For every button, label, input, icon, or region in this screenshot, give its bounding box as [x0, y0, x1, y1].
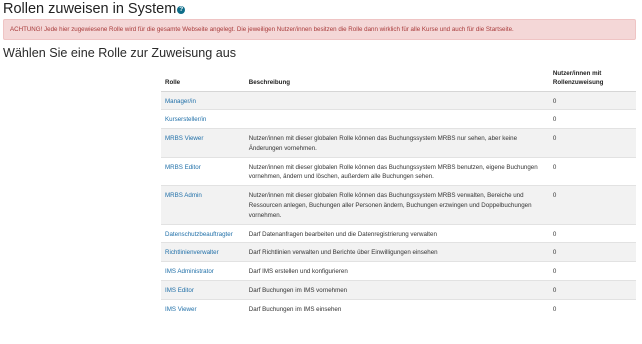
page-title: Rollen zuweisen in System? — [3, 1, 186, 17]
role-count: 0 — [548, 261, 636, 281]
table-row: Manager/in 0 — [161, 90, 636, 110]
table-row: MRBS Viewer Nutzer/innen mit dieser glob… — [161, 128, 636, 158]
role-link-ims-editor[interactable]: IMS Editor — [165, 287, 194, 294]
table-row: IMS Editor Darf Buchungen im IMS vornehm… — [161, 280, 636, 300]
role-description: Darf Datenanfragen bearbeiten und die Da… — [244, 223, 549, 243]
role-count: 0 — [548, 223, 636, 243]
header-description: Beschreibung — [244, 64, 549, 92]
role-link-mrbs-admin[interactable]: MRBS Admin — [165, 192, 202, 199]
role-description: Nutzer/innen mit dieser globalen Rolle k… — [244, 185, 549, 225]
table-row: IMS Administrator Darf IMS erstellen und… — [161, 261, 636, 281]
table-row: MRBS Editor Nutzer/innen mit dieser glob… — [161, 156, 636, 186]
role-description — [244, 109, 549, 129]
table-row: Richtlinienverwalter Darf Richtlinien ve… — [161, 242, 636, 262]
role-count: 0 — [548, 242, 636, 262]
role-link-richtlinienverwalter[interactable]: Richtlinienverwalter — [165, 249, 219, 256]
roles-table: Rolle Beschreibung Nutzer/innen mit Roll… — [161, 64, 636, 318]
role-link-mrbs-viewer[interactable]: MRBS Viewer — [165, 135, 203, 142]
table-header-row: Rolle Beschreibung Nutzer/innen mit Roll… — [161, 64, 636, 92]
table-row: MRBS Admin Nutzer/innen mit dieser globa… — [161, 185, 636, 225]
role-link-mrbs-editor[interactable]: MRBS Editor — [165, 164, 201, 171]
role-count: 0 — [548, 90, 636, 110]
role-link-kursersteller[interactable]: Kursersteller/in — [165, 116, 206, 123]
header-count-line1: Nutzer/innen mit — [552, 69, 602, 77]
role-description: Darf Buchungen im IMS vornehmen — [244, 280, 549, 300]
role-description: Nutzer/innen mit dieser globalen Rolle k… — [244, 128, 549, 158]
table-row: Datenschutzbeauftragter Darf Datenanfrag… — [161, 223, 636, 243]
role-count: 0 — [548, 109, 636, 129]
role-count: 0 — [548, 280, 636, 300]
warning-alert: ACHTUNG! Jede hier zugewiesene Rolle wir… — [3, 19, 636, 40]
role-count: 0 — [548, 156, 636, 186]
role-count: 0 — [548, 128, 636, 158]
table-row: Kursersteller/in 0 — [161, 109, 636, 129]
role-description: Darf Buchungen im IMS einsehen — [244, 298, 549, 318]
role-count: 0 — [548, 185, 636, 225]
question-circle-icon[interactable]: ? — [177, 6, 186, 14]
role-description — [244, 90, 549, 110]
page-title-text: Rollen zuweisen in System — [3, 1, 177, 17]
role-link-manager[interactable]: Manager/in — [165, 98, 196, 105]
role-link-datenschutzbeauftragter[interactable]: Datenschutzbeauftragter — [165, 231, 233, 238]
role-description: Darf Richtlinien verwalten und Berichte … — [244, 242, 549, 262]
role-link-ims-viewer[interactable]: IMS Viewer — [165, 306, 197, 313]
table-row: IMS Viewer Darf Buchungen im IMS einsehe… — [161, 298, 636, 318]
role-description: Nutzer/innen mit dieser globalen Rolle k… — [244, 156, 549, 186]
alert-text: ACHTUNG! Jede hier zugewiesene Rolle wir… — [10, 26, 514, 33]
header-count-line2: Rollenzuweisung — [552, 78, 604, 86]
role-link-ims-administrator[interactable]: IMS Administrator — [165, 268, 214, 275]
role-description: Darf IMS erstellen und konfigurieren — [244, 261, 549, 281]
header-count: Nutzer/innen mit Rollenzuweisung — [548, 64, 636, 92]
header-role: Rolle — [161, 64, 245, 92]
section-title: Wählen Sie eine Rolle zur Zuweisung aus — [3, 46, 237, 60]
role-count: 0 — [548, 298, 636, 318]
